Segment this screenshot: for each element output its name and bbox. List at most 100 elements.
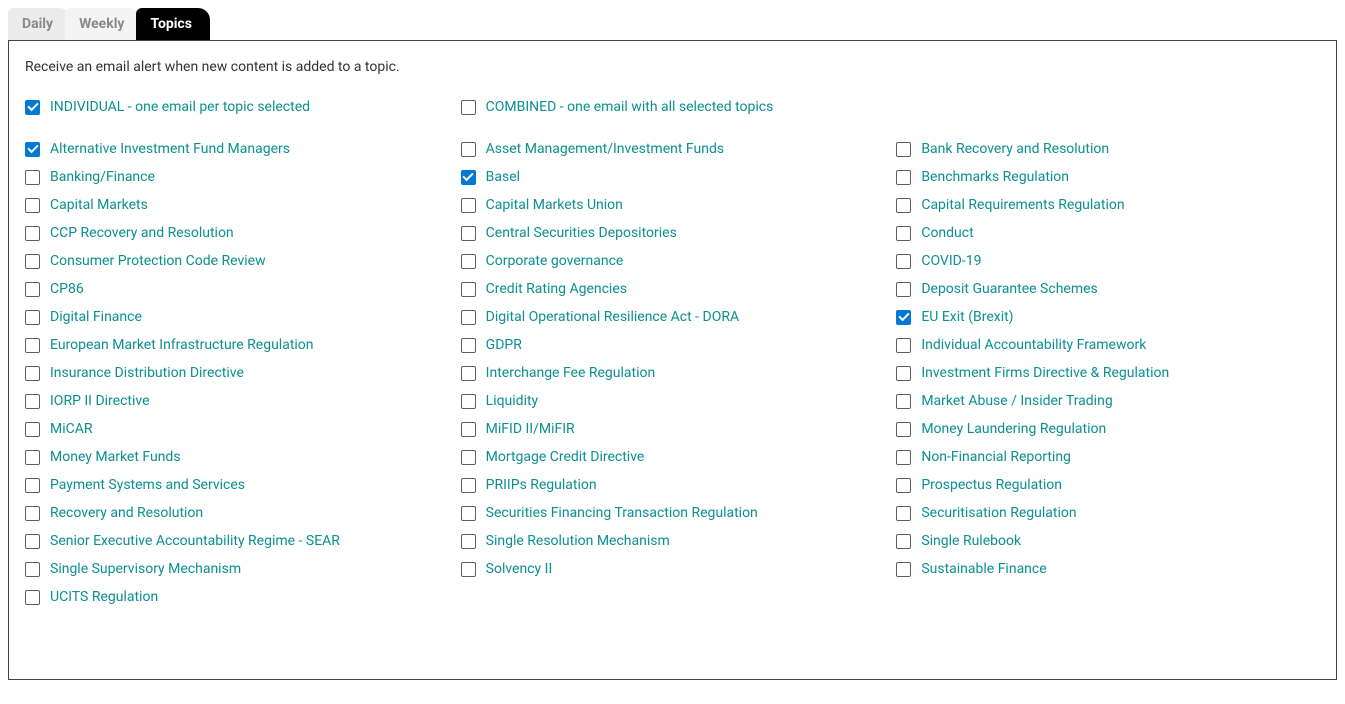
topic-item[interactable]: Insurance Distribution Directive — [25, 359, 449, 387]
checkbox[interactable] — [25, 366, 40, 381]
checkbox[interactable] — [896, 142, 911, 157]
topic-label[interactable]: COVID-19 — [921, 253, 981, 269]
topic-item[interactable]: Banking/Finance — [25, 163, 449, 191]
checkbox[interactable] — [896, 534, 911, 549]
topic-label[interactable]: Digital Operational Resilience Act - DOR… — [486, 309, 739, 325]
checkbox[interactable] — [461, 506, 476, 521]
checkbox[interactable] — [25, 198, 40, 213]
topic-item[interactable]: Non-Financial Reporting — [896, 443, 1320, 471]
topic-label[interactable]: Market Abuse / Insider Trading — [921, 393, 1112, 409]
topic-label[interactable]: Banking/Finance — [50, 169, 155, 185]
topic-label[interactable]: GDPR — [486, 337, 522, 353]
topic-label[interactable]: Credit Rating Agencies — [486, 281, 627, 297]
checkbox[interactable] — [896, 254, 911, 269]
checkbox[interactable] — [896, 366, 911, 381]
mode-combined[interactable]: COMBINED - one email with all selected t… — [461, 93, 885, 121]
topic-item[interactable]: Asset Management/Investment Funds — [461, 135, 885, 163]
topic-label[interactable]: Investment Firms Directive & Regulation — [921, 365, 1169, 381]
checkbox[interactable] — [896, 450, 911, 465]
checkbox[interactable] — [25, 282, 40, 297]
topic-item[interactable]: Capital Requirements Regulation — [896, 191, 1320, 219]
topic-item[interactable]: Single Resolution Mechanism — [461, 527, 885, 555]
checkbox[interactable] — [896, 170, 911, 185]
topic-label[interactable]: Benchmarks Regulation — [921, 169, 1069, 185]
topic-label[interactable]: Solvency II — [486, 561, 553, 577]
topic-label[interactable]: MiCAR — [50, 421, 93, 437]
checkbox[interactable] — [896, 310, 911, 325]
checkbox[interactable] — [25, 338, 40, 353]
checkbox-combined[interactable] — [461, 100, 476, 115]
topic-item[interactable]: Market Abuse / Insider Trading — [896, 387, 1320, 415]
topic-item[interactable]: Conduct — [896, 219, 1320, 247]
topic-label[interactable]: Asset Management/Investment Funds — [486, 141, 724, 157]
topic-item[interactable]: Alternative Investment Fund Managers — [25, 135, 449, 163]
topic-item[interactable]: Central Securities Depositories — [461, 219, 885, 247]
topic-item[interactable]: GDPR — [461, 331, 885, 359]
checkbox-individual[interactable] — [25, 100, 40, 115]
topic-label[interactable]: Insurance Distribution Directive — [50, 365, 244, 381]
checkbox[interactable] — [25, 450, 40, 465]
topic-item[interactable]: Corporate governance — [461, 247, 885, 275]
topic-item[interactable]: Credit Rating Agencies — [461, 275, 885, 303]
topic-item[interactable]: Payment Systems and Services — [25, 471, 449, 499]
checkbox[interactable] — [896, 422, 911, 437]
topic-item[interactable]: Securities Financing Transaction Regulat… — [461, 499, 885, 527]
topic-item[interactable]: Capital Markets — [25, 191, 449, 219]
checkbox[interactable] — [25, 142, 40, 157]
topic-item[interactable]: Money Laundering Regulation — [896, 415, 1320, 443]
topic-label[interactable]: Money Laundering Regulation — [921, 421, 1106, 437]
topic-label[interactable]: Single Rulebook — [921, 533, 1021, 549]
tab-daily[interactable]: Daily — [8, 8, 71, 40]
checkbox[interactable] — [896, 282, 911, 297]
topic-label[interactable]: Sustainable Finance — [921, 561, 1046, 577]
topic-item[interactable]: Single Supervisory Mechanism — [25, 555, 449, 583]
checkbox[interactable] — [25, 226, 40, 241]
checkbox[interactable] — [25, 506, 40, 521]
topic-label[interactable]: Consumer Protection Code Review — [50, 253, 266, 269]
topic-label[interactable]: PRIIPs Regulation — [486, 477, 597, 493]
checkbox[interactable] — [25, 170, 40, 185]
topic-label[interactable]: Mortgage Credit Directive — [486, 449, 645, 465]
topic-label[interactable]: European Market Infrastructure Regulatio… — [50, 337, 314, 353]
topic-item[interactable]: Senior Executive Accountability Regime -… — [25, 527, 449, 555]
checkbox[interactable] — [25, 310, 40, 325]
topic-label[interactable]: Securities Financing Transaction Regulat… — [486, 505, 758, 521]
checkbox[interactable] — [461, 366, 476, 381]
mode-combined-label[interactable]: COMBINED - one email with all selected t… — [486, 99, 774, 115]
topic-label[interactable]: Single Supervisory Mechanism — [50, 561, 241, 577]
topic-item[interactable]: Digital Operational Resilience Act - DOR… — [461, 303, 885, 331]
topic-label[interactable]: Prospectus Regulation — [921, 477, 1062, 493]
topic-item[interactable]: Mortgage Credit Directive — [461, 443, 885, 471]
topic-item[interactable]: Liquidity — [461, 387, 885, 415]
topic-label[interactable]: Bank Recovery and Resolution — [921, 141, 1109, 157]
checkbox[interactable] — [461, 450, 476, 465]
checkbox[interactable] — [461, 226, 476, 241]
checkbox[interactable] — [896, 338, 911, 353]
topic-item[interactable]: PRIIPs Regulation — [461, 471, 885, 499]
checkbox[interactable] — [461, 170, 476, 185]
checkbox[interactable] — [461, 142, 476, 157]
topic-item[interactable]: Interchange Fee Regulation — [461, 359, 885, 387]
checkbox[interactable] — [896, 226, 911, 241]
topic-item[interactable]: Prospectus Regulation — [896, 471, 1320, 499]
topic-label[interactable]: Digital Finance — [50, 309, 142, 325]
topic-item[interactable]: MiCAR — [25, 415, 449, 443]
checkbox[interactable] — [25, 562, 40, 577]
topic-item[interactable]: Money Market Funds — [25, 443, 449, 471]
topic-item[interactable]: CCP Recovery and Resolution — [25, 219, 449, 247]
checkbox[interactable] — [461, 394, 476, 409]
checkbox[interactable] — [896, 562, 911, 577]
checkbox[interactable] — [896, 394, 911, 409]
topic-item[interactable]: Capital Markets Union — [461, 191, 885, 219]
checkbox[interactable] — [25, 422, 40, 437]
topic-label[interactable]: Capital Requirements Regulation — [921, 197, 1124, 213]
topic-label[interactable]: CP86 — [50, 281, 84, 297]
topic-item[interactable]: Bank Recovery and Resolution — [896, 135, 1320, 163]
topic-item[interactable]: MiFID II/MiFIR — [461, 415, 885, 443]
checkbox[interactable] — [461, 198, 476, 213]
topic-item[interactable]: Sustainable Finance — [896, 555, 1320, 583]
topic-label[interactable]: MiFID II/MiFIR — [486, 421, 575, 437]
checkbox[interactable] — [461, 282, 476, 297]
topic-label[interactable]: CCP Recovery and Resolution — [50, 225, 234, 241]
topic-label[interactable]: EU Exit (Brexit) — [921, 309, 1013, 325]
